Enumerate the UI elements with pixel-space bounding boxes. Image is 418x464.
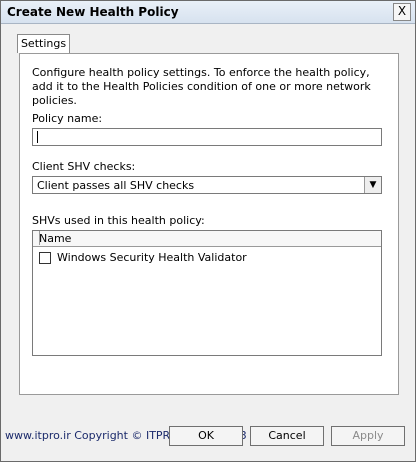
shv-checkbox[interactable] [39, 251, 51, 264]
list-header[interactable]: Name [33, 231, 381, 247]
dialog-title: Create New Health Policy [7, 5, 179, 19]
close-icon[interactable]: X [393, 3, 411, 21]
shv-list[interactable]: Name Windows Security Health Validator [32, 230, 382, 356]
tab-settings[interactable]: Settings [17, 34, 70, 53]
client-shv-selected: Client passes all SHV checks [37, 179, 195, 192]
policy-name-input[interactable] [32, 128, 382, 146]
column-divider [39, 231, 52, 245]
shvs-label: SHVs used in this health policy: [32, 214, 205, 227]
create-health-policy-dialog: Create New Health Policy X Settings Conf… [0, 0, 416, 462]
settings-panel: Configure health policy settings. To enf… [19, 53, 399, 395]
title-bar: Create New Health Policy X [1, 1, 415, 24]
client-shv-select[interactable]: Client passes all SHV checks ▼ [32, 176, 382, 194]
client-shv-label: Client SHV checks: [32, 160, 136, 173]
text-cursor [37, 131, 38, 143]
shv-item-label: Windows Security Health Validator [57, 251, 247, 264]
policy-name-label: Policy name: [32, 112, 103, 125]
ok-button[interactable]: OK [169, 426, 243, 446]
settings-description: Configure health policy settings. To enf… [32, 66, 371, 107]
apply-button[interactable]: Apply [331, 426, 405, 446]
cancel-button[interactable]: Cancel [250, 426, 324, 446]
chevron-down-icon[interactable]: ▼ [364, 177, 381, 193]
list-item[interactable]: Windows Security Health Validator [39, 251, 247, 264]
